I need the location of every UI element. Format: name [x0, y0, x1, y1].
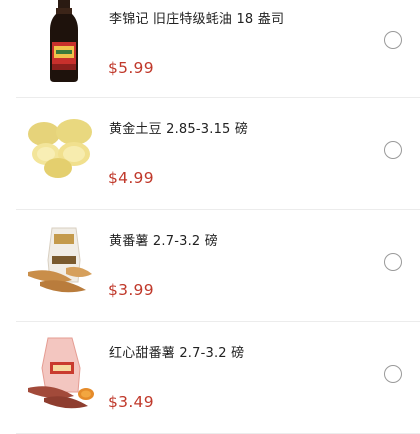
select-radio[interactable] — [384, 253, 402, 271]
select-radio[interactable] — [384, 31, 402, 49]
product-item[interactable]: 红心甜番薯 2.7-3.2 磅 $3.49 — [16, 322, 420, 434]
red-sweet-potatoes-icon[interactable] — [22, 332, 106, 416]
yellow-sweet-potatoes-icon[interactable] — [22, 220, 106, 304]
product-name[interactable]: 红心甜番薯 2.7-3.2 磅 — [109, 342, 244, 361]
product-price: $5.99 — [108, 59, 154, 77]
product-name[interactable]: 黄番薯 2.7-3.2 磅 — [109, 230, 218, 249]
select-radio[interactable] — [384, 365, 402, 383]
select-radio[interactable] — [384, 141, 402, 159]
product-name[interactable]: 李锦记 旧庄特级蚝油 18 盎司 — [109, 8, 284, 27]
product-name[interactable]: 黄金土豆 2.85-3.15 磅 — [109, 118, 248, 137]
product-item[interactable]: 李锦记 旧庄特级蚝油 18 盎司 $5.99 — [16, 0, 420, 98]
product-price: $4.99 — [108, 169, 154, 187]
product-item[interactable]: 黄金土豆 2.85-3.15 磅 $4.99 — [16, 98, 420, 210]
product-list: 李锦记 旧庄特级蚝油 18 盎司 $5.99 黄金土豆 2.85-3.15 磅 … — [0, 0, 420, 434]
product-price: $3.49 — [108, 393, 154, 411]
product-item[interactable]: 黄番薯 2.7-3.2 磅 $3.99 — [16, 210, 420, 322]
yellow-potatoes-icon[interactable] — [22, 108, 106, 192]
product-price: $3.99 — [108, 281, 154, 299]
oyster-sauce-bottle-icon[interactable] — [22, 0, 106, 82]
